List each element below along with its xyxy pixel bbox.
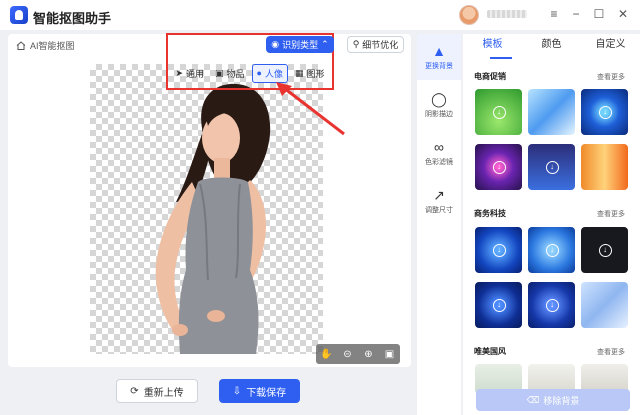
home-icon: [16, 41, 26, 50]
bg-thumb[interactable]: ↓: [475, 227, 522, 273]
zoom-out-icon[interactable]: ⊝: [341, 349, 355, 360]
minimize-icon[interactable]: −: [569, 7, 583, 21]
bg-thumb[interactable]: ↓: [528, 144, 575, 190]
bg-thumb[interactable]: [528, 89, 575, 135]
download-icon: ↓: [492, 161, 506, 174]
trash-icon: ⌫: [526, 394, 540, 405]
paint-bucket-icon: ▲: [432, 42, 446, 59]
tab-custom[interactable]: 自定义: [581, 34, 640, 60]
send-icon: ➤: [175, 67, 184, 78]
download-icon: ⇩: [232, 385, 242, 397]
color-filter-icon: ∞: [434, 138, 444, 155]
close-icon[interactable]: ✕: [616, 7, 630, 21]
bg-thumb[interactable]: [581, 144, 628, 190]
fit-screen-icon[interactable]: ▣: [383, 349, 397, 360]
resize-icon: ↗: [433, 186, 445, 203]
person-icon: ●: [256, 68, 262, 78]
hand-icon[interactable]: ✋: [320, 349, 334, 360]
section-title: 电商促销: [474, 72, 506, 81]
bg-thumb[interactable]: [581, 282, 628, 328]
shapes-icon: ▦: [294, 67, 304, 78]
type-object[interactable]: ▣ 物品: [211, 65, 249, 82]
section-title: 唯美国风: [474, 347, 506, 356]
avatar[interactable]: [459, 5, 479, 25]
maximize-icon[interactable]: ☐: [592, 7, 606, 21]
magnifier-icon: ⚲: [352, 39, 360, 49]
type-shape[interactable]: ▦ 图形: [291, 65, 329, 82]
tool-shadow[interactable]: ◯ 阴影描边: [417, 82, 461, 128]
download-icon: ↓: [492, 106, 506, 119]
type-general[interactable]: ➤ 通用: [171, 65, 208, 82]
more-link[interactable]: 查看更多: [597, 209, 625, 219]
tab-underline: [490, 57, 512, 59]
zoom-in-icon[interactable]: ⊕: [362, 349, 376, 360]
bg-thumb[interactable]: ↓: [528, 227, 575, 273]
download-icon: ↓: [492, 299, 506, 312]
bg-thumb[interactable]: ↓: [475, 144, 522, 190]
download-icon: ↓: [598, 106, 612, 119]
bg-thumb[interactable]: ↓: [475, 282, 522, 328]
more-link[interactable]: 查看更多: [597, 347, 625, 357]
detail-optimize-button[interactable]: ⚲ 细节优化: [347, 36, 404, 53]
box-icon: ▣: [215, 67, 224, 78]
tool-resize[interactable]: ↗ 调整尺寸: [417, 178, 461, 224]
more-link[interactable]: 查看更多: [597, 72, 625, 82]
app-logo-icon: [10, 6, 28, 24]
chevron-up-icon: ⌃: [321, 39, 329, 49]
section-title: 商务科技: [474, 209, 506, 218]
zoom-toolbar: ✋ ⊝ ⊕ ▣: [316, 344, 400, 364]
refresh-icon: ⟳: [130, 385, 139, 397]
download-save-button[interactable]: ⇩ 下载保存: [219, 379, 300, 403]
tab-color[interactable]: 颜色: [522, 34, 581, 60]
download-icon: ↓: [492, 244, 506, 257]
reupload-button[interactable]: ⟳ 重新上传: [116, 379, 198, 403]
title-bar: 智能抠图助手 ≡ − ☐ ✕: [0, 0, 640, 30]
annotation-arrow: [276, 82, 345, 136]
bg-thumb[interactable]: ↓: [475, 89, 522, 135]
shadow-icon: ◯: [431, 90, 447, 107]
breadcrumb[interactable]: AI智能抠图: [16, 39, 75, 52]
app-title: 智能抠图助手: [33, 11, 112, 26]
menu-icon[interactable]: ≡: [547, 7, 561, 21]
bg-thumb[interactable]: ↓: [528, 282, 575, 328]
download-icon: ↓: [545, 244, 559, 257]
remove-background-button[interactable]: ⌫ 移除背景: [476, 389, 630, 411]
download-icon: ↓: [545, 161, 559, 174]
tool-change-bg[interactable]: ▲ 更换背景: [417, 34, 461, 80]
tool-color-filter[interactable]: ∞ 色彩滤镜: [417, 130, 461, 176]
breadcrumb-label: AI智能抠图: [30, 41, 75, 51]
download-icon: ↓: [598, 244, 612, 257]
download-icon: ↓: [545, 299, 559, 312]
bg-thumb[interactable]: ↓: [581, 227, 628, 273]
bg-thumb[interactable]: ↓: [581, 89, 628, 135]
username[interactable]: [487, 10, 527, 18]
eye-icon: ◉: [271, 39, 280, 49]
identify-type-button[interactable]: ◉ 识别类型 ⌃: [266, 36, 334, 53]
